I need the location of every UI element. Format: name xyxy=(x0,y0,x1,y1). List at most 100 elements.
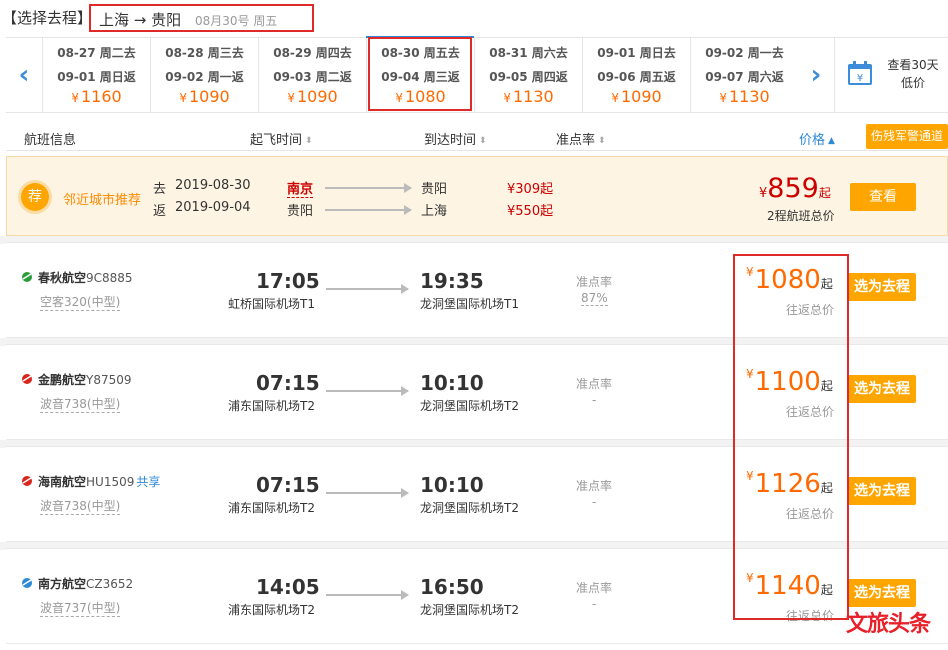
sort-dep-time[interactable]: 起飞时间 ⬍ xyxy=(250,129,313,148)
currency-symbol: ¥ xyxy=(746,367,754,381)
dep-time-header-label: 起飞时间 xyxy=(250,133,303,148)
airline-name: 金鹏航空 xyxy=(38,373,87,387)
flight-number: 9C8885 xyxy=(86,271,133,285)
flight-price-amount: 1126 xyxy=(754,469,821,499)
date-option[interactable]: 09-01 周日去 09-06 周五返 ¥1090 xyxy=(582,38,690,112)
select-outbound-button[interactable]: 选为去程 xyxy=(848,477,916,505)
date-option[interactable]: 08-31 周六去 09-05 周四返 ¥1130 xyxy=(474,38,582,112)
date-price: ¥1090 xyxy=(151,87,258,106)
date-price-amount: 1090 xyxy=(620,87,662,106)
select-outbound-button[interactable]: 选为去程 xyxy=(848,579,916,607)
calendar-line2: 低价 xyxy=(900,76,925,90)
arrival-airport: 龙洞堡国际机场T2 xyxy=(420,501,519,515)
departure-time: 07:15 xyxy=(256,371,320,395)
arrival-time: 10:10 xyxy=(420,371,484,395)
rec-back-label: 返 xyxy=(153,204,167,219)
rec-total-label: 2程航班总价 xyxy=(767,209,835,223)
flight-price: ¥1140起 xyxy=(746,571,833,601)
airline-name: 南方航空 xyxy=(38,577,87,591)
currency-symbol: ¥ xyxy=(179,91,187,105)
currency-symbol: ¥ xyxy=(287,91,295,105)
view-30-days-button[interactable]: ¥ 查看30天 低价 xyxy=(834,38,948,112)
punctuality-label: 准点率 xyxy=(576,581,613,595)
recommend-badge: 荐 xyxy=(21,183,49,211)
price-suffix: 起 xyxy=(820,583,833,597)
select-outbound-button[interactable]: 选为去程 xyxy=(848,375,916,403)
round-trip-total-label: 往返总价 xyxy=(786,609,835,623)
date-option-selected[interactable]: 08-30 周五去 09-04 周三返 ¥1080 xyxy=(366,38,474,112)
view-recommendation-button[interactable]: 查看 xyxy=(850,183,916,211)
outbound-date: 08-31 周六去 xyxy=(489,46,568,60)
flight-search-page: 【选择去程】 上海 → 贵阳 08月30号 周五 ‹ 08-27 周二去 09-0… xyxy=(0,0,948,650)
date-option[interactable]: 09-02 周一去 09-07 周六返 ¥1130 xyxy=(690,38,798,112)
aircraft-type[interactable]: 波音738(中型) xyxy=(40,395,121,413)
round-trip-total-label: 往返总价 xyxy=(786,507,835,521)
flight-info-header: 航班信息 xyxy=(24,133,77,148)
departure-airport: 虹桥国际机场T1 xyxy=(228,297,315,311)
price-suffix: 起 xyxy=(820,277,833,291)
flight-row: 金鹏航空Y87509 波音738(中型) 07:15 浦东国际机场T2 10:10 龙洞堡… xyxy=(6,344,948,440)
date-option[interactable]: 08-28 周三去 09-02 周一返 ¥1090 xyxy=(150,38,258,112)
sort-icon: ⬍ xyxy=(598,135,606,146)
calendar-line1: 查看30天 xyxy=(887,58,939,72)
currency-symbol: ¥ xyxy=(503,91,511,105)
select-outbound-label: 【选择去程】 xyxy=(2,9,93,27)
rec-go-to: 贵阳 xyxy=(421,182,448,197)
sort-price[interactable]: 价格 ▲ xyxy=(799,129,835,148)
date-option[interactable]: 08-27 周二去 09-01 周日返 ¥1160 xyxy=(42,38,150,112)
prev-dates-button[interactable]: ‹ xyxy=(6,38,42,112)
sort-arr-time[interactable]: 到达时间 ⬍ xyxy=(424,129,487,148)
airline: 海南航空HU1509 共享 xyxy=(20,473,160,490)
view-30-days-label: 查看30天 低价 xyxy=(885,56,941,92)
outbound-date: 09-01 周日去 xyxy=(597,46,676,60)
aircraft-type[interactable]: 波音738(中型) xyxy=(40,497,121,515)
rec-total-price: ¥859起 xyxy=(759,173,831,204)
airline: 春秋航空9C8885 xyxy=(20,269,135,286)
airline-logo-icon xyxy=(22,476,32,486)
punctuality-value: - xyxy=(592,393,597,407)
arrow-right-icon xyxy=(326,284,409,294)
airline: 金鹏航空Y87509 xyxy=(20,371,134,388)
return-date: 09-03 周二返 xyxy=(273,70,352,84)
codeshare-link[interactable]: 共享 xyxy=(136,475,160,489)
punctuality-header-label: 准点率 xyxy=(556,133,596,148)
arrow-right-icon xyxy=(326,590,409,600)
calendar-icon: ¥ xyxy=(848,61,872,85)
date-strip: ‹ 08-27 周二去 09-01 周日返 ¥1160 08-28 周三去 09-02 … xyxy=(6,37,948,113)
return-date: 09-02 周一返 xyxy=(165,70,244,84)
next-dates-button[interactable]: › xyxy=(798,38,834,112)
flight-row: 南方航空CZ3652 波音737(中型) 14:05 浦东国际机场T2 16:50 龙洞堡… xyxy=(6,548,948,644)
arrow-right-icon xyxy=(325,183,412,193)
arrow-right-icon xyxy=(326,488,409,498)
outbound-date: 09-02 周一去 xyxy=(705,46,784,60)
aircraft-type[interactable]: 波音737(中型) xyxy=(40,599,121,617)
currency-symbol: ¥ xyxy=(746,571,754,585)
chevron-right-icon: › xyxy=(810,60,822,90)
return-date: 09-01 周日返 xyxy=(57,70,136,84)
round-trip-total-label: 往返总价 xyxy=(786,303,835,317)
price-suffix: 起 xyxy=(818,186,831,200)
svg-text:¥: ¥ xyxy=(857,73,863,84)
aircraft-type[interactable]: 空客320(中型) xyxy=(40,293,121,311)
punctuality-value: - xyxy=(592,495,597,509)
outbound-date: 08-29 周四去 xyxy=(273,46,352,60)
sort-punctuality[interactable]: 准点率 ⬍ xyxy=(556,129,606,148)
date-price-amount: 1090 xyxy=(296,87,338,106)
date-price: ¥1090 xyxy=(259,87,366,106)
return-date: 09-07 周六返 xyxy=(705,70,784,84)
return-date: 09-04 周三返 xyxy=(381,70,460,84)
departure-airport: 浦东国际机场T2 xyxy=(228,399,315,413)
flight-price: ¥1080起 xyxy=(746,265,833,295)
disabled-military-channel-button[interactable]: 伤残军警通道 xyxy=(866,124,948,149)
select-outbound-button[interactable]: 选为去程 xyxy=(848,273,916,301)
sort-icon: ⬍ xyxy=(305,135,313,146)
date-price-amount: 1090 xyxy=(188,87,230,106)
date-option[interactable]: 08-29 周四去 09-03 周二返 ¥1090 xyxy=(258,38,366,112)
currency-symbol: ¥ xyxy=(611,91,619,105)
currency-symbol: ¥ xyxy=(746,469,754,483)
airline-logo-icon xyxy=(22,578,32,588)
selected-date-indicator xyxy=(366,36,474,38)
airline-name: 海南航空 xyxy=(38,475,87,489)
price-header-label: 价格 xyxy=(799,133,826,148)
arrival-airport: 龙洞堡国际机场T2 xyxy=(420,603,519,617)
